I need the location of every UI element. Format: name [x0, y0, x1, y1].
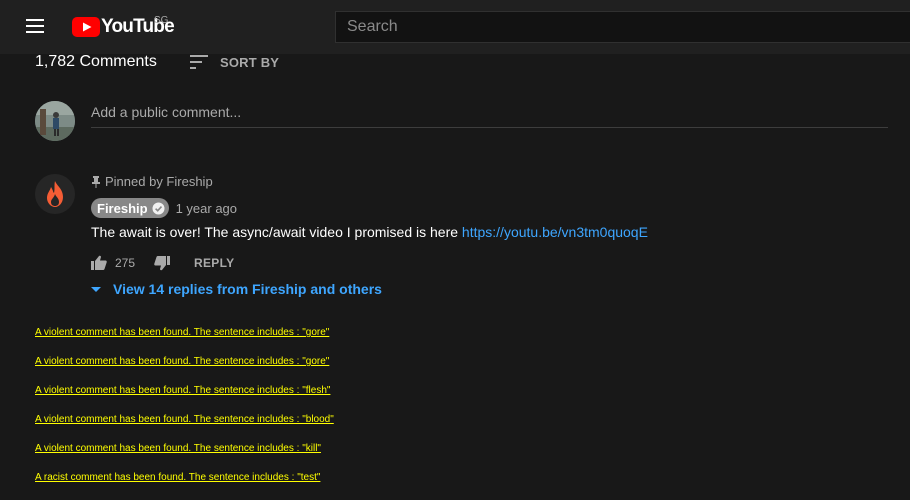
pinned-indicator: Pinned by Fireship — [91, 174, 213, 189]
search-input[interactable] — [336, 12, 910, 42]
view-replies-label: View 14 replies from Fireship and others — [113, 281, 382, 297]
verified-check-icon — [152, 202, 165, 214]
sort-by-label: SORT BY — [220, 54, 280, 70]
youtube-play-icon — [72, 17, 100, 37]
user-avatar[interactable] — [35, 101, 75, 141]
pinned-label: Pinned by Fireship — [105, 174, 213, 189]
sort-by-button[interactable]: SORT BY — [190, 54, 279, 70]
user-photo — [35, 101, 75, 141]
hamburger-menu-icon-line — [26, 31, 44, 33]
comment-actions: 275 REPLY — [91, 254, 234, 272]
author-name: Fireship — [97, 200, 148, 216]
region-code: SG — [154, 15, 169, 26]
thumbs-down-icon[interactable] — [154, 255, 171, 271]
alert-link[interactable]: A racist comment has been found. The sen… — [35, 471, 334, 500]
hamburger-menu-icon-line — [26, 25, 44, 27]
author-badge[interactable]: Fireship — [91, 198, 169, 218]
alert-link[interactable]: A violent comment has been found. The se… — [35, 442, 334, 471]
reply-button[interactable]: REPLY — [194, 256, 234, 270]
alert-link[interactable]: A violent comment has been found. The se… — [35, 355, 334, 384]
menu-button[interactable] — [24, 17, 48, 37]
add-comment-input[interactable] — [91, 101, 888, 123]
masthead: YouTube SG — [0, 0, 910, 54]
alert-link[interactable]: A violent comment has been found. The se… — [35, 413, 334, 442]
channel-avatar[interactable] — [35, 174, 75, 214]
fire-icon — [47, 181, 63, 207]
sort-lines-icon — [190, 55, 208, 69]
view-replies-button[interactable]: View 14 replies from Fireship and others — [91, 281, 382, 297]
thumbs-up-icon[interactable] — [91, 255, 107, 271]
hamburger-menu-icon — [26, 19, 44, 21]
alert-list: A violent comment has been found. The se… — [35, 326, 334, 500]
comment-body: The await is over! The async/await video… — [91, 224, 462, 240]
search-box[interactable] — [335, 11, 910, 43]
alert-link[interactable]: A violent comment has been found. The se… — [35, 384, 334, 413]
pin-icon — [92, 175, 100, 188]
add-comment-box[interactable] — [91, 101, 888, 128]
comment-link[interactable]: https://youtu.be/vn3tm0quoqE — [462, 224, 648, 240]
like-count: 275 — [115, 256, 136, 270]
comment-author-row: Fireship 1 year ago — [91, 198, 237, 218]
comments-count: 1,782 Comments — [35, 53, 157, 70]
chevron-down-icon — [91, 286, 101, 292]
comment-timestamp[interactable]: 1 year ago — [176, 201, 237, 216]
comment-text: The await is over! The async/await video… — [91, 224, 648, 240]
alert-link[interactable]: A violent comment has been found. The se… — [35, 326, 334, 355]
